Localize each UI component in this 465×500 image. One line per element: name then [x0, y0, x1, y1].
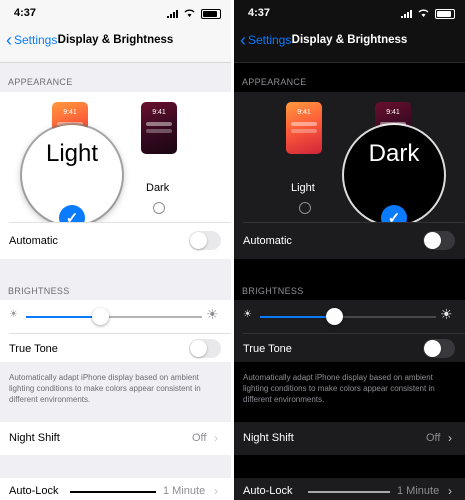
auto-lock-row[interactable]: Auto-Lock 1 Minute › [0, 478, 231, 500]
night-shift-value: Off [426, 432, 441, 444]
dark-phone-preview[interactable]: 9:41 [141, 102, 177, 154]
true-tone-description: Automatically adapt iPhone display based… [243, 373, 435, 404]
battery-icon [201, 8, 221, 19]
true-tone-label: True Tone [9, 343, 58, 355]
comparison-screenshot: 4:37 ‹ Settings Display & Brightness APP… [0, 0, 465, 500]
brightness-slider-fill [260, 316, 334, 318]
night-shift-label: Night Shift [9, 432, 60, 444]
dark-option-label: Dark [146, 182, 170, 194]
page-title: Display & Brightness [291, 34, 408, 46]
magnified-option-label: Light [45, 140, 99, 167]
chevron-right-icon: › [448, 431, 452, 445]
auto-lock-value: 1 Minute [397, 485, 440, 497]
brightness-slider-knob[interactable] [92, 308, 109, 325]
auto-lock-row[interactable]: Auto-Lock 1 Minute › [234, 478, 465, 500]
auto-lock-value: 1 Minute [163, 485, 206, 497]
sun-large-icon: ☀ [206, 306, 219, 322]
sun-small-icon: ☀ [243, 309, 252, 320]
sun-large-icon: ☀ [440, 306, 453, 322]
light-mode-panel: 4:37 ‹ Settings Display & Brightness APP… [0, 0, 231, 500]
magnified-selection: Dark ✓ [344, 125, 444, 231]
brightness-header: BRIGHTNESS [242, 286, 304, 296]
chevron-right-icon: › [448, 484, 452, 498]
automatic-label: Automatic [243, 235, 292, 247]
brightness-slider-fill [26, 316, 100, 318]
preview-time: 9:41 [152, 109, 166, 116]
auto-lock-label: Auto-Lock [9, 485, 59, 497]
magnified-selection: Light ✓ [22, 125, 122, 231]
auto-lock-label: Auto-Lock [243, 485, 293, 497]
brightness-group: ☀ ☀ True Tone [0, 300, 231, 362]
sun-small-icon: ☀ [9, 309, 18, 320]
automatic-toggle[interactable] [189, 231, 221, 250]
true-tone-toggle[interactable] [189, 339, 221, 358]
dark-mode-panel: 4:37 ‹ Settings Display & Brightness APP… [234, 0, 465, 500]
automatic-toggle[interactable] [423, 231, 455, 250]
appearance-header: APPEARANCE [8, 77, 73, 87]
true-tone-label: True Tone [243, 343, 292, 355]
brightness-slider-knob[interactable] [326, 308, 343, 325]
wifi-icon [418, 9, 429, 19]
status-time: 4:37 [248, 7, 271, 19]
brightness-header: BRIGHTNESS [8, 286, 70, 296]
chevron-right-icon: › [214, 431, 218, 445]
status-time: 4:37 [14, 7, 37, 19]
true-tone-toggle[interactable] [423, 339, 455, 358]
battery-icon [435, 8, 455, 19]
light-phone-preview[interactable]: 9:41 [286, 102, 322, 154]
true-tone-description: Automatically adapt iPhone display based… [9, 373, 201, 404]
dark-option-radio[interactable] [153, 202, 165, 214]
preview-time: 9:41 [63, 109, 77, 116]
night-shift-value: Off [192, 432, 207, 444]
night-shift-row[interactable]: Night Shift Off › [234, 422, 465, 455]
magnified-option-label: Dark [368, 140, 420, 167]
night-shift-label: Night Shift [243, 432, 294, 444]
night-shift-row[interactable]: Night Shift Off › [0, 422, 231, 455]
status-icons [398, 8, 455, 19]
preview-time: 9:41 [297, 109, 311, 116]
light-option-label: Light [291, 182, 315, 194]
preview-time: 9:41 [386, 109, 400, 116]
automatic-row: Automatic [234, 222, 465, 259]
light-option-radio[interactable] [299, 202, 311, 214]
chevron-right-icon: › [214, 484, 218, 498]
cellular-signal-icon [166, 9, 179, 18]
cellular-signal-icon [400, 9, 413, 18]
automatic-row: Automatic [0, 222, 231, 259]
wifi-icon [184, 9, 195, 19]
status-icons [164, 8, 221, 19]
page-title: Display & Brightness [57, 34, 174, 46]
appearance-header: APPEARANCE [242, 77, 307, 87]
brightness-group: ☀ ☀ True Tone [234, 300, 465, 362]
automatic-label: Automatic [9, 235, 58, 247]
